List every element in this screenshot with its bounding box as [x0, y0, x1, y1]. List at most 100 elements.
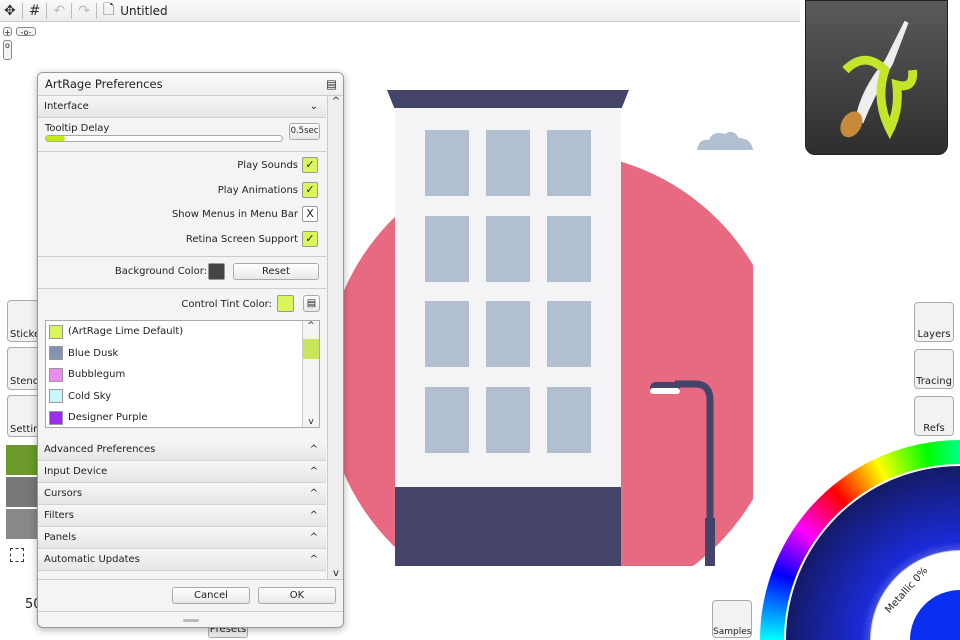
chevron-down-icon: ⌄	[309, 101, 318, 112]
section-label: Automatic Updates	[44, 554, 140, 565]
tint-menu-icon[interactable]: ▤	[303, 295, 320, 312]
section-advanced-preferences[interactable]: Advanced Preferences ^	[38, 439, 326, 461]
tint-swatch	[49, 367, 63, 382]
tint-name: Bubblegum	[68, 369, 126, 381]
grid-icon[interactable]: #	[29, 3, 41, 19]
scroll-up-icon[interactable]: ^	[328, 96, 343, 107]
section-panels[interactable]: Panels ^	[38, 527, 326, 549]
rotate-slider-icon[interactable]: o	[3, 40, 12, 60]
tint-swatch	[49, 346, 63, 361]
collapsed-sections: Advanced Preferences ^ Input Device ^ Curs…	[38, 439, 326, 571]
chevron-up-icon: ^	[309, 554, 318, 565]
tint-name: (ArtRage Lime Default)	[68, 326, 184, 338]
control-tint-swatch[interactable]	[277, 295, 294, 312]
tint-item[interactable]: Cold Sky	[46, 386, 319, 408]
section-input-device[interactable]: Input Device ^	[38, 461, 326, 483]
chevron-up-icon: ^	[309, 444, 318, 455]
window	[547, 301, 591, 367]
check-label: Play Animations	[217, 184, 298, 196]
section-interface[interactable]: Interface ⌄	[38, 96, 326, 118]
tint-item[interactable]: Designer Purple	[46, 407, 319, 429]
window	[486, 387, 530, 453]
chevron-up-icon: ^	[309, 488, 318, 499]
settings-button[interactable]: Settings	[7, 395, 39, 437]
tint-item[interactable]: (ArtRage Lime Default)	[46, 321, 319, 343]
layers-button[interactable]: Layers	[914, 302, 954, 342]
tooltip-delay-slider[interactable]	[45, 135, 283, 142]
redo-icon[interactable]: ↷	[78, 3, 90, 19]
building-base	[395, 487, 621, 566]
refs-button[interactable]: Refs	[914, 396, 954, 436]
section-label: Input Device	[44, 466, 108, 477]
tracing-button[interactable]: Tracing	[914, 349, 954, 389]
scroll-down-icon[interactable]: v	[303, 417, 319, 427]
window	[486, 216, 530, 282]
eraser-tool[interactable]	[6, 509, 38, 539]
building	[395, 108, 621, 488]
play-animations-checkbox[interactable]: ✓	[302, 182, 318, 198]
show-menus-checkbox[interactable]: X	[302, 206, 318, 222]
refs-label: Refs	[923, 423, 945, 434]
top-toolbar: ✥ # ↶ ↷ 🗋 Untitled	[0, 0, 800, 22]
section-label: Interface	[44, 101, 89, 112]
samples-button[interactable]: Samples	[712, 600, 752, 638]
selection-icon[interactable]	[10, 548, 24, 562]
tooltip-delay-value[interactable]: 0.5sec	[289, 123, 320, 140]
move-icon[interactable]: ✥	[4, 3, 16, 19]
stencils-button[interactable]: Stencils	[7, 347, 39, 390]
scroll-down-icon[interactable]: v	[328, 568, 343, 579]
tint-list: ^ v (ArtRage Lime Default) Blue Dusk Bub…	[45, 320, 320, 428]
undo-icon[interactable]: ↶	[53, 3, 65, 19]
retina-support-checkbox[interactable]: ✓	[302, 231, 318, 247]
section-label: Cursors	[44, 488, 83, 499]
divider	[38, 256, 326, 257]
tint-swatch	[49, 389, 63, 404]
scroll-up-icon[interactable]: ^	[303, 321, 319, 331]
window	[547, 216, 591, 282]
menu-icon[interactable]: ▤	[326, 73, 337, 96]
pencil-tool[interactable]	[6, 477, 38, 507]
divider	[38, 288, 326, 289]
section-automatic-updates[interactable]: Automatic Updates ^	[38, 549, 326, 571]
scroll-thumb[interactable]	[303, 339, 319, 359]
resize-handle[interactable]	[183, 619, 199, 622]
ok-button[interactable]: OK	[258, 587, 336, 604]
stickers-label: Stickers	[10, 329, 39, 340]
tint-name: Designer Purple	[68, 412, 148, 424]
stencils-label: Stencils	[10, 376, 39, 387]
dialog-title-bar: ArtRage Preferences ▤	[38, 73, 343, 96]
tint-item[interactable]: Blue Dusk	[46, 343, 319, 365]
paint-brush-tool[interactable]	[6, 445, 38, 475]
document-title: Untitled	[120, 3, 168, 18]
play-animations-row: Play Animations ✓	[218, 182, 318, 198]
tint-name: Cold Sky	[68, 390, 112, 402]
cancel-button[interactable]: Cancel	[172, 587, 250, 604]
section-filters[interactable]: Filters ^	[38, 505, 326, 527]
canvas-position-icon[interactable]: +	[3, 27, 12, 37]
layers-label: Layers	[917, 329, 951, 340]
section-cursors[interactable]: Cursors ^	[38, 483, 326, 505]
tint-list-scrollbar[interactable]: ^ v	[302, 321, 319, 427]
tint-swatch	[49, 324, 63, 339]
section-label: Filters	[44, 510, 74, 521]
tint-item[interactable]: Bubblegum	[46, 364, 319, 386]
artrage-logo	[805, 0, 948, 155]
zoom-slider-icon[interactable]: -o-	[16, 27, 36, 37]
tracing-label: Tracing	[916, 376, 952, 387]
samples-label: Samples	[713, 627, 752, 637]
brush-logo-icon	[840, 20, 918, 140]
background-color-swatch[interactable]	[208, 263, 225, 280]
reset-button[interactable]: Reset	[233, 263, 319, 280]
street-lamp	[650, 380, 715, 566]
show-menus-row: Show Menus in Menu Bar X	[172, 206, 318, 222]
cloud-shape	[697, 131, 753, 150]
slider-fill	[46, 136, 65, 141]
window	[425, 387, 469, 453]
dialog-scrollbar[interactable]: ^ v	[327, 96, 343, 579]
preferences-dialog: ArtRage Preferences ▤ Interface ⌄ ^ v Too…	[37, 72, 344, 628]
background-color-label: Background Color:	[114, 266, 207, 277]
play-sounds-checkbox[interactable]: ✓	[302, 157, 318, 173]
divider	[95, 2, 97, 19]
section-label: Advanced Preferences	[44, 444, 156, 455]
stickers-button[interactable]: Stickers	[7, 300, 39, 342]
